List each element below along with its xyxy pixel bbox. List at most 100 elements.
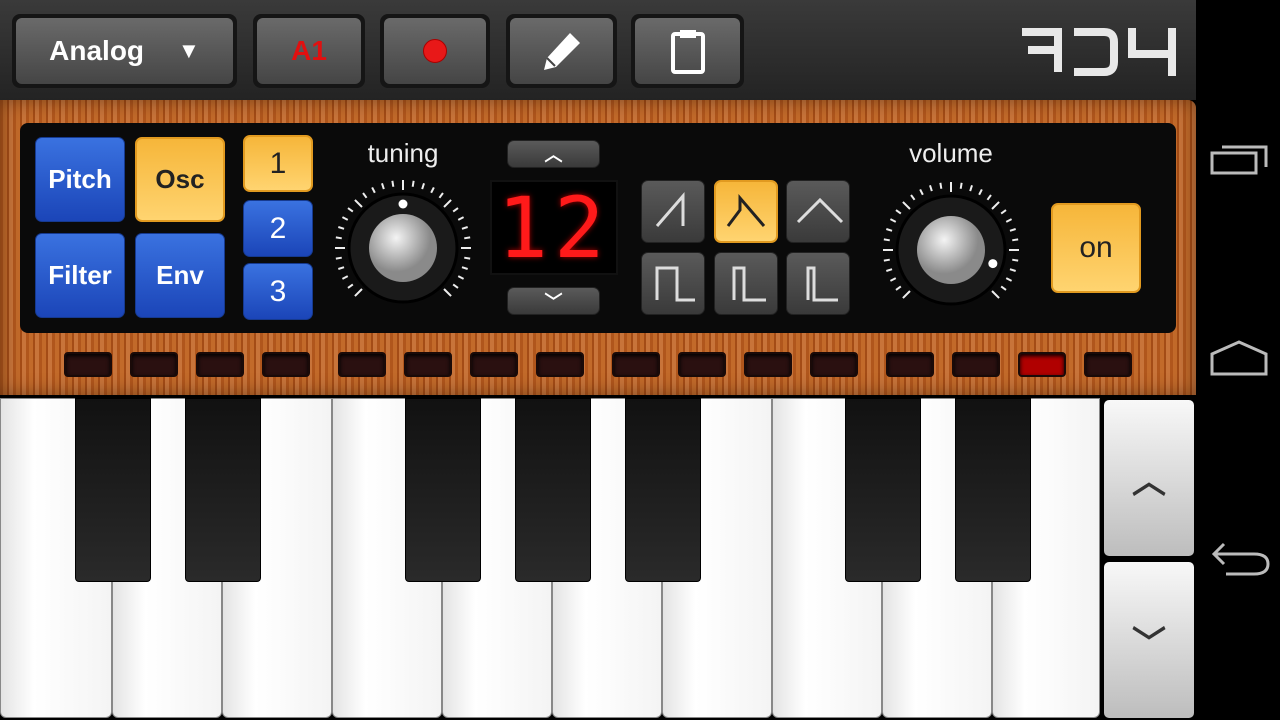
knob-tick	[338, 266, 345, 270]
step-led[interactable]	[338, 352, 386, 377]
pattern-button[interactable]: A1	[253, 14, 365, 88]
recent-apps-icon[interactable]	[1210, 143, 1268, 175]
knob-tick	[969, 185, 973, 192]
knob-tick	[452, 283, 459, 289]
knob-cap	[917, 216, 985, 284]
knob-tick	[457, 275, 465, 280]
step-led[interactable]	[1084, 352, 1132, 377]
black-key[interactable]	[955, 398, 1031, 582]
home-icon[interactable]	[1210, 340, 1268, 376]
back-icon[interactable]	[1210, 540, 1272, 578]
knob-tick	[421, 183, 425, 190]
knob-tick	[443, 199, 452, 208]
waveform-pulse-narrow-icon	[806, 266, 838, 301]
knob-tick	[461, 266, 468, 270]
osc-1-button[interactable]: 1	[243, 135, 313, 192]
step-led[interactable]	[810, 352, 858, 377]
knob-tick	[354, 288, 363, 297]
black-key[interactable]	[185, 398, 261, 582]
display-value: 12	[497, 178, 611, 277]
waveform-saw-decay-icon	[726, 193, 766, 227]
step-led[interactable]	[404, 352, 452, 377]
knob-tick	[902, 201, 911, 210]
octave-up-button[interactable]: ︿	[1104, 400, 1194, 556]
clipboard-button[interactable]	[631, 14, 744, 88]
knob-tick	[895, 209, 902, 215]
knob-tick	[381, 183, 385, 190]
record-button[interactable]	[380, 14, 490, 88]
step-led[interactable]	[678, 352, 726, 377]
step-led[interactable]	[952, 352, 1000, 377]
step-led[interactable]	[536, 352, 584, 377]
knob-tick	[978, 188, 983, 196]
edit-button[interactable]	[506, 14, 617, 88]
step-led[interactable]	[130, 352, 178, 377]
step-led[interactable]	[886, 352, 934, 377]
step-led[interactable]	[470, 352, 518, 377]
record-icon	[423, 39, 447, 63]
knob-tick	[464, 256, 471, 260]
section-pitch-button[interactable]: Pitch	[35, 137, 125, 222]
waveform-pulse-medium-button[interactable]	[714, 252, 778, 315]
chevron-up-icon: ︿	[1132, 462, 1166, 501]
knob-tick	[335, 236, 342, 240]
knob-tick	[959, 182, 963, 189]
knob-tick	[895, 285, 902, 291]
osc-2-button[interactable]: 2	[243, 200, 313, 257]
waveform-pulse-wide-button[interactable]	[641, 252, 705, 315]
waveform-pulse-wide-icon	[655, 266, 695, 301]
black-key[interactable]	[845, 398, 921, 582]
knob-tick	[883, 258, 890, 262]
knob-tick	[341, 216, 349, 221]
knob-tick	[991, 201, 1000, 210]
knob-tick	[391, 180, 395, 187]
knob-tick	[438, 192, 444, 199]
black-key[interactable]	[405, 398, 481, 582]
black-key[interactable]	[515, 398, 591, 582]
tuning-label: tuning	[367, 138, 439, 168]
knob-tick	[889, 218, 897, 223]
preset-dropdown[interactable]: Analog ▼	[12, 14, 237, 88]
knob-tick	[1005, 218, 1013, 223]
knob-tick	[910, 194, 916, 201]
chevron-down-icon: ﹀	[1132, 624, 1166, 663]
section-env-button[interactable]: Env	[135, 233, 225, 318]
step-led[interactable]	[744, 352, 792, 377]
black-key[interactable]	[625, 398, 701, 582]
knob-tick	[443, 288, 452, 297]
step-led[interactable]	[612, 352, 660, 377]
waveform-pulse-narrow-button[interactable]	[786, 252, 850, 315]
knob-tick	[1009, 268, 1016, 272]
section-filter-button[interactable]: Filter	[35, 233, 125, 318]
step-led[interactable]	[64, 352, 112, 377]
step-led[interactable]	[262, 352, 310, 377]
waveform-triangle-icon	[796, 197, 844, 223]
display-up-button[interactable]: ︿	[507, 140, 600, 168]
knob-tick	[1012, 258, 1019, 262]
knob-tick	[464, 236, 471, 240]
waveform-pulse-medium-icon	[732, 266, 766, 301]
step-led[interactable]	[1018, 352, 1066, 377]
knob-tick	[1000, 285, 1007, 291]
black-key[interactable]	[75, 398, 151, 582]
knob-tick	[886, 228, 893, 232]
waveform-saw-decay-button[interactable]	[714, 180, 778, 243]
knob-tick	[986, 194, 992, 201]
knob-tick	[341, 275, 349, 280]
knob-tick	[889, 277, 897, 282]
pencil-icon	[543, 33, 580, 70]
display-down-button[interactable]: ﹀	[507, 287, 600, 315]
waveform-saw-button[interactable]	[641, 180, 705, 243]
waveform-triangle-button[interactable]	[786, 180, 850, 243]
section-osc-button[interactable]: Osc	[135, 137, 225, 222]
power-toggle[interactable]: on	[1051, 203, 1141, 293]
piano-keyboard	[0, 398, 1100, 720]
knob-indicator	[398, 199, 408, 209]
octave-down-button[interactable]: ﹀	[1104, 562, 1194, 718]
osc-3-button[interactable]: 3	[243, 263, 313, 320]
knob-tick	[461, 226, 468, 230]
knob-tick	[335, 256, 342, 260]
step-led[interactable]	[196, 352, 244, 377]
tuning-knob[interactable]	[333, 178, 473, 318]
volume-knob[interactable]	[881, 180, 1021, 320]
